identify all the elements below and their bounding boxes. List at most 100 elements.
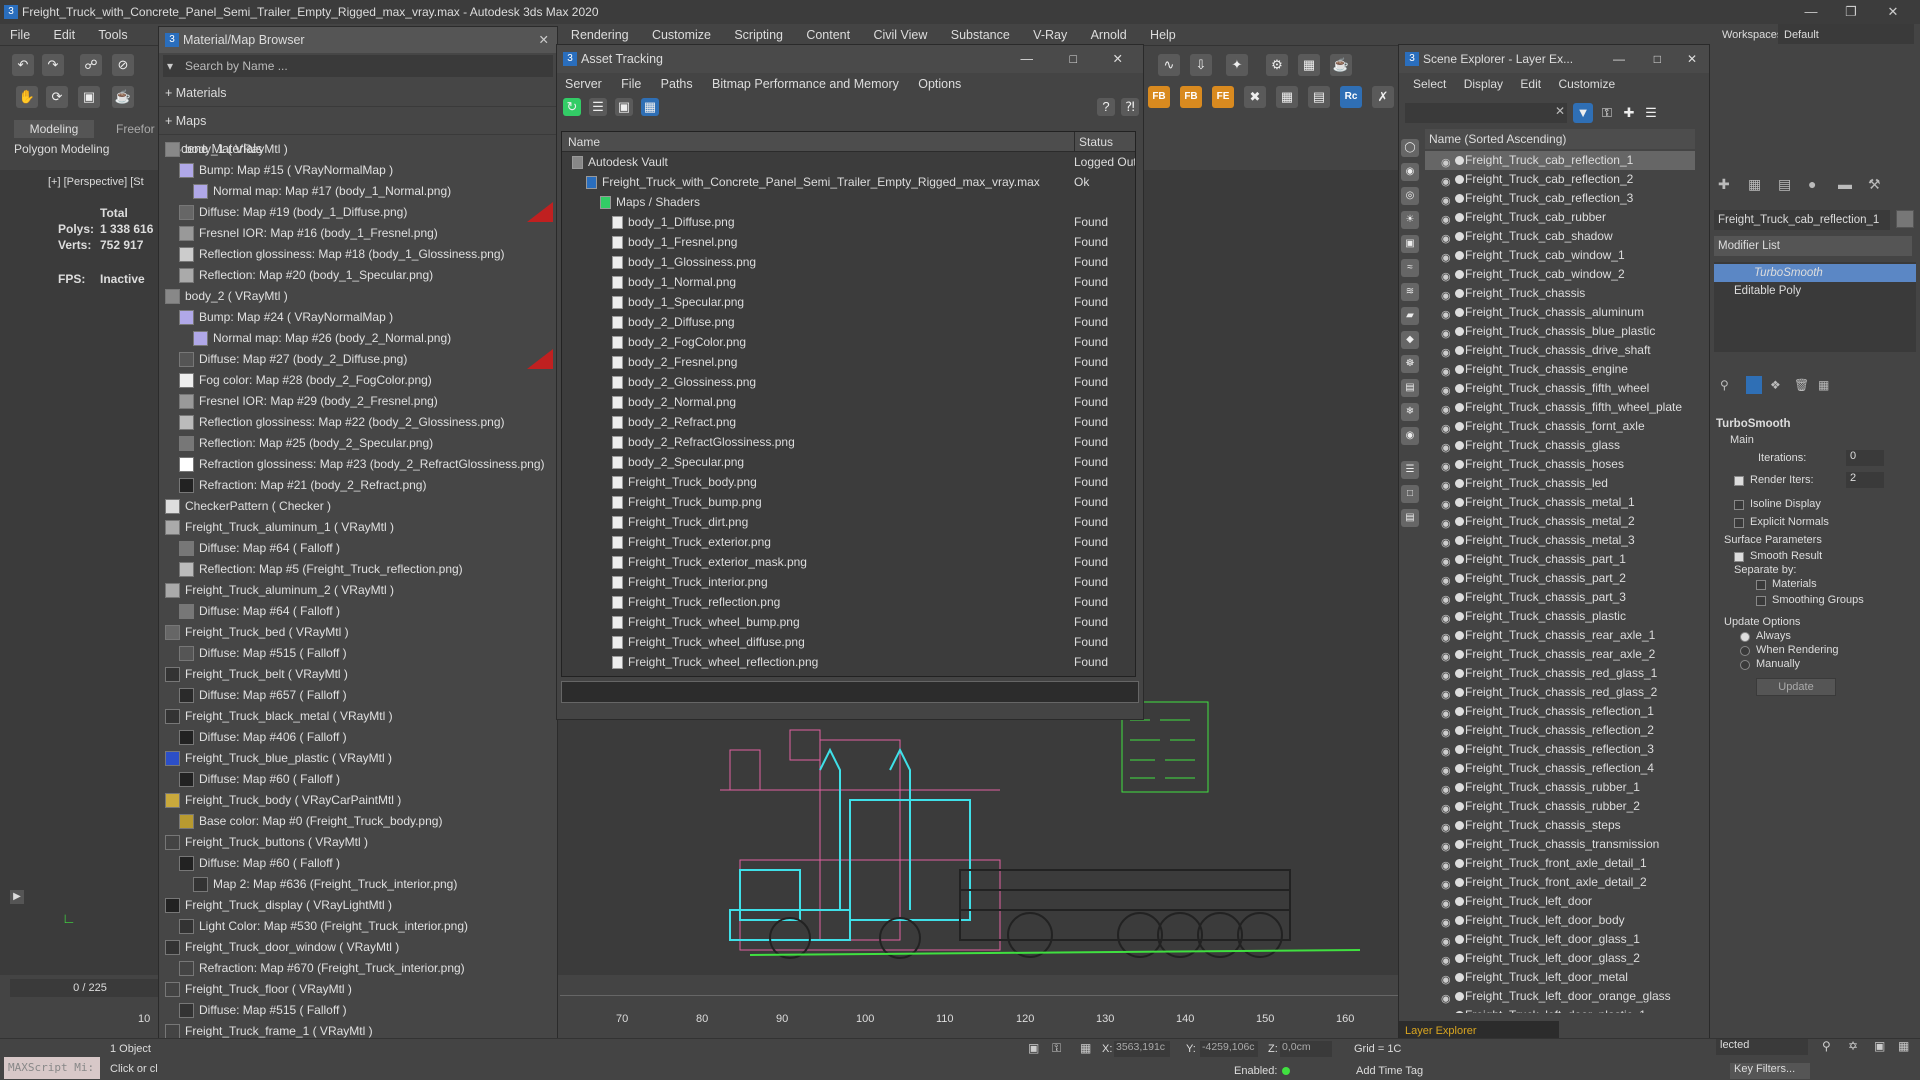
- maximize-viewport-icon[interactable]: ▦: [1898, 1039, 1909, 1053]
- scene-object-row[interactable]: ◉ Freight_Truck_chassis_part_1: [1425, 550, 1695, 569]
- display-cameras-icon[interactable]: ▣: [1401, 235, 1419, 253]
- menu-file[interactable]: File: [0, 24, 40, 46]
- asset-menu-paths[interactable]: Paths: [653, 73, 701, 95]
- scene-object-row[interactable]: ◉ Freight_Truck_cab_window_1: [1425, 246, 1695, 265]
- material-list-item[interactable]: body_2 ( VRayMtl ): [163, 286, 553, 307]
- hierarchy-tab-icon[interactable]: ▤: [1778, 176, 1791, 193]
- freeze-dot-icon[interactable]: [1455, 536, 1464, 545]
- freeze-dot-icon[interactable]: [1455, 441, 1464, 450]
- asset-row[interactable]: body_1_Normal.png Found: [562, 272, 1135, 292]
- modifier-list-select[interactable]: Modifier List: [1714, 236, 1912, 256]
- freeze-dot-icon[interactable]: [1455, 897, 1464, 906]
- scene-column-header[interactable]: Name (Sorted Ascending): [1425, 129, 1695, 149]
- freeze-dot-icon[interactable]: [1455, 403, 1464, 412]
- add-layer-icon[interactable]: ✚: [1619, 103, 1639, 123]
- asset-row[interactable]: body_2_RefractGlossiness.png Found: [562, 432, 1135, 452]
- scene-explorer-header[interactable]: 3 Scene Explorer - Layer Ex... — □ ✕: [1399, 45, 1709, 73]
- scene-object-row[interactable]: ◉ Freight_Truck_chassis_red_glass_2: [1425, 683, 1695, 702]
- workspaces-select[interactable]: Default: [1778, 24, 1914, 46]
- modifier-editable-poly[interactable]: Editable Poly: [1714, 282, 1801, 300]
- freeze-dot-icon[interactable]: [1455, 346, 1464, 355]
- display-spacewarps-icon[interactable]: ≋: [1401, 283, 1419, 301]
- z-coord-field[interactable]: 0,0cm: [1280, 1041, 1332, 1057]
- render-production-icon[interactable]: ☕: [1330, 54, 1352, 76]
- material-list-item[interactable]: Diffuse: Map #19 (body_1_Diffuse.png): [163, 202, 553, 223]
- asset-row[interactable]: Freight_Truck_wheel_bump.png Found: [562, 612, 1135, 632]
- clear-search-icon[interactable]: ✕: [1555, 104, 1565, 118]
- freeze-dot-icon[interactable]: [1455, 270, 1464, 279]
- asset-row[interactable]: body_1_Specular.png Found: [562, 292, 1135, 312]
- modify-tab-icon[interactable]: ▦: [1748, 176, 1761, 193]
- scene-object-row[interactable]: ◉ Freight_Truck_chassis_hoses: [1425, 455, 1695, 474]
- col-name[interactable]: Name: [568, 132, 600, 152]
- grid-icon[interactable]: ▦: [1276, 86, 1298, 108]
- scene-object-row[interactable]: ◉ Freight_Truck_chassis_led: [1425, 474, 1695, 493]
- asset-row[interactable]: Freight_Truck_exterior.png Found: [562, 532, 1135, 552]
- asset-row[interactable]: body_2_FogColor.png Found: [562, 332, 1135, 352]
- manually-radio[interactable]: [1740, 660, 1750, 670]
- create-tab-icon[interactable]: ✚: [1718, 176, 1730, 193]
- scene-menu-edit[interactable]: Edit: [1520, 77, 1541, 91]
- material-list-item[interactable]: Refraction glossiness: Map #23 (body_2_R…: [163, 454, 553, 475]
- menu-customize[interactable]: Customize: [642, 24, 721, 46]
- scene-object-row[interactable]: ◉ Freight_Truck_cab_rubber: [1425, 208, 1695, 227]
- freeze-dot-icon[interactable]: [1455, 878, 1464, 887]
- asset-menu-bitmap[interactable]: Bitmap Performance and Memory: [704, 73, 907, 95]
- scene-object-row[interactable]: ◉ Freight_Truck_chassis_fifth_wheel: [1425, 379, 1695, 398]
- freeze-dot-icon[interactable]: [1455, 631, 1464, 640]
- display-invert-icon[interactable]: ▤: [1401, 509, 1419, 527]
- scene-object-row[interactable]: ◉ Freight_Truck_left_door_body: [1425, 911, 1695, 930]
- link-icon[interactable]: ☍: [80, 54, 102, 76]
- material-list-item[interactable]: Bump: Map #15 ( VRayNormalMap ): [163, 160, 553, 181]
- maximize-icon[interactable]: □: [1069, 45, 1077, 73]
- scene-object-row[interactable]: ◉ Freight_Truck_chassis_plastic: [1425, 607, 1695, 626]
- scene-object-row[interactable]: ◉ Freight_Truck_chassis_metal_3: [1425, 531, 1695, 550]
- material-list-item[interactable]: Diffuse: Map #60 ( Falloff ): [163, 853, 553, 874]
- menu-help[interactable]: Help: [1140, 24, 1186, 46]
- scene-object-row[interactable]: ◉ Freight_Truck_chassis_glass: [1425, 436, 1695, 455]
- material-list-item[interactable]: Reflection: Map #5 (Freight_Truck_reflec…: [163, 559, 553, 580]
- freeze-dot-icon[interactable]: [1455, 726, 1464, 735]
- freeze-dot-icon[interactable]: [1455, 992, 1464, 1001]
- material-list-item[interactable]: Diffuse: Map #657 ( Falloff ): [163, 685, 553, 706]
- scene-object-row[interactable]: ◉ Freight_Truck_chassis_rubber_1: [1425, 778, 1695, 797]
- render-iters-spinner[interactable]: 2: [1846, 472, 1884, 488]
- display-xrefs-icon[interactable]: ◆: [1401, 331, 1419, 349]
- scene-object-row[interactable]: ◉ Freight_Truck_left_door_glass_1: [1425, 930, 1695, 949]
- help-icon[interactable]: ?: [1097, 98, 1115, 116]
- scene-object-row[interactable]: ◉ Freight_Truck_chassis: [1425, 284, 1695, 303]
- display-helpers-icon[interactable]: ≈: [1401, 259, 1419, 277]
- update-button[interactable]: Update: [1756, 678, 1836, 696]
- material-search-input[interactable]: ▾ Search by Name ...: [163, 55, 553, 77]
- asset-row[interactable]: body_1_Diffuse.png Found: [562, 212, 1135, 232]
- material-list-item[interactable]: Bump: Map #24 ( VRayNormalMap ): [163, 307, 553, 328]
- material-list-item[interactable]: Reflection glossiness: Map #22 (body_2_G…: [163, 412, 553, 433]
- display-geometry-icon[interactable]: ◉: [1401, 163, 1419, 181]
- scene-object-row[interactable]: ◉ Freight_Truck_cab_reflection_1: [1425, 151, 1695, 170]
- maximize-icon[interactable]: □: [1654, 45, 1661, 73]
- utilities-tab-icon[interactable]: ⚒: [1868, 176, 1881, 193]
- menu-arnold[interactable]: Arnold: [1081, 24, 1137, 46]
- freeze-dot-icon[interactable]: [1455, 365, 1464, 374]
- scene-object-row[interactable]: ◉ Freight_Truck_cab_reflection_3: [1425, 189, 1695, 208]
- asset-row[interactable]: body_1_Glossiness.png Found: [562, 252, 1135, 272]
- zoom-icon[interactable]: ⚲: [1822, 1039, 1831, 1053]
- smooth-result-checkbox[interactable]: [1734, 552, 1744, 562]
- menu-edit[interactable]: Edit: [44, 24, 86, 46]
- material-list-item[interactable]: Normal map: Map #17 (body_1_Normal.png): [163, 181, 553, 202]
- asset-row[interactable]: Freight_Truck_interior.png Found: [562, 572, 1135, 592]
- asset-menu-server[interactable]: Server: [557, 73, 610, 95]
- smoothing-groups-checkbox[interactable]: [1756, 596, 1766, 606]
- scene-object-row[interactable]: ◉ Freight_Truck_left_door_orange_glass: [1425, 987, 1695, 1006]
- material-list-item[interactable]: Light Color: Map #530 (Freight_Truck_int…: [163, 916, 553, 937]
- asset-row[interactable]: body_1_Fresnel.png Found: [562, 232, 1135, 252]
- freeze-dot-icon[interactable]: [1455, 973, 1464, 982]
- material-list-item[interactable]: Freight_Truck_belt ( VRayMtl ): [163, 664, 553, 685]
- close-icon[interactable]: ✕: [539, 27, 549, 53]
- remove-modifier-icon[interactable]: 🗑: [1794, 378, 1809, 392]
- material-list-item[interactable]: Refraction: Map #670 (Freight_Truck_inte…: [163, 958, 553, 979]
- explicit-normals-checkbox[interactable]: [1734, 518, 1744, 528]
- freeze-dot-icon[interactable]: [1455, 859, 1464, 868]
- display-groups-icon[interactable]: ▰: [1401, 307, 1419, 325]
- lock-selection-icon[interactable]: ⚿: [1052, 1041, 1061, 1056]
